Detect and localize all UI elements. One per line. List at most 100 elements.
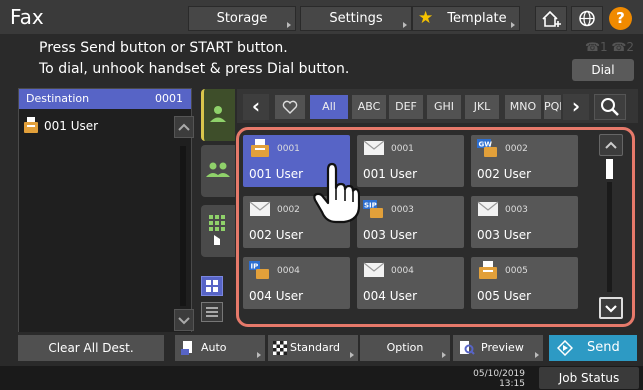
address-card-number: 0002	[277, 205, 300, 215]
job-status-button[interactable]: Job Status	[539, 367, 639, 389]
address-card-name: 002 User	[477, 167, 532, 181]
address-card[interactable]: 0003 003 User	[471, 196, 578, 248]
address-card-number: 0004	[391, 266, 414, 276]
instruction-line-2: To dial, unhook handset & press Dial but…	[39, 61, 350, 77]
address-card-name: 004 User	[363, 289, 418, 303]
heart-icon	[282, 100, 298, 114]
checker-icon	[273, 341, 287, 355]
home-button[interactable]	[535, 6, 567, 31]
address-card-name: 005 User	[477, 289, 532, 303]
start-diamond-icon	[557, 340, 573, 356]
auto-button[interactable]: Auto	[175, 335, 265, 361]
grid-scroll-thumb[interactable]	[606, 159, 613, 179]
group-icon	[206, 162, 230, 177]
address-card-name: 003 User	[363, 228, 418, 242]
address-card-name: 001 User	[363, 167, 418, 181]
home-icon	[542, 10, 561, 27]
tab-favorites[interactable]	[275, 95, 305, 119]
address-card-number: 0003	[505, 205, 528, 215]
address-card-number: 0001	[391, 144, 414, 154]
language-button[interactable]	[571, 6, 603, 31]
tab-index-def[interactable]: DEF	[389, 95, 423, 119]
option-label: Option	[386, 341, 424, 354]
fax-icon	[24, 117, 38, 133]
tab-index-mno[interactable]: MNO	[505, 95, 541, 119]
line-status-icons: ☎1 ☎2	[585, 40, 634, 54]
grid-view-button[interactable]	[201, 276, 223, 296]
search-icon	[601, 98, 619, 116]
tab-index-pqrs[interactable]: PQRS	[544, 95, 561, 119]
email-icon	[363, 139, 385, 157]
keypad-icon	[209, 215, 225, 245]
address-card[interactable]: IP 0004 004 User	[243, 257, 350, 309]
tab-index-abc[interactable]: ABC	[352, 95, 386, 119]
address-card-number: 0001	[277, 144, 300, 154]
grid-scrollbar[interactable]	[607, 182, 612, 292]
globe-icon	[579, 10, 595, 27]
star-icon: ★	[418, 8, 434, 28]
resolution-button[interactable]: Standard	[268, 335, 358, 361]
destination-scroll-down-button[interactable]	[174, 309, 194, 331]
sip-icon: SIP	[363, 200, 385, 218]
chevron-up-icon	[605, 141, 617, 149]
preview-icon	[460, 341, 475, 355]
preview-label: Preview	[481, 341, 524, 354]
tab-index-ghi[interactable]: GHI	[427, 95, 461, 119]
chevron-up-icon	[178, 123, 190, 131]
date-display: 05/10/2019	[473, 369, 525, 379]
destination-header-label: Destination	[26, 92, 90, 105]
tab-individual[interactable]	[201, 89, 235, 141]
app-title: Fax	[10, 5, 44, 29]
settings-label: Settings	[329, 11, 383, 26]
address-card-name: 004 User	[249, 289, 304, 303]
grid-scroll-down-button[interactable]	[599, 297, 623, 319]
storage-label: Storage	[216, 11, 268, 26]
address-card[interactable]: SIP 0003 003 User	[357, 196, 464, 248]
preview-button[interactable]: Preview	[453, 335, 543, 361]
dial-button[interactable]: Dial	[572, 59, 634, 81]
address-card[interactable]: 0005 005 User	[471, 257, 578, 309]
address-card-number: 0002	[505, 144, 528, 154]
grid-view-icon	[206, 280, 218, 292]
address-card-number: 0004	[277, 266, 300, 276]
instruction-line-1: Press Send button or START button.	[39, 40, 288, 56]
ip-icon: IP	[249, 261, 271, 279]
address-card[interactable]: GW 0002 002 User	[471, 135, 578, 187]
settings-button[interactable]: Settings	[300, 6, 412, 31]
address-card-name: 002 User	[249, 228, 304, 242]
template-label: Template	[447, 11, 507, 26]
tab-index-all[interactable]: All	[310, 95, 348, 119]
storage-button[interactable]: Storage	[188, 6, 296, 31]
tab-keypad[interactable]	[201, 205, 235, 257]
fax-icon	[477, 261, 499, 279]
index-next-button[interactable]: ›	[563, 94, 589, 120]
time-display: 13:15	[499, 379, 525, 389]
clear-all-destinations-button[interactable]: Clear All Dest.	[18, 335, 164, 361]
list-view-icon	[206, 307, 218, 317]
destination-header: Destination 0001	[19, 89, 191, 109]
standard-label: Standard	[290, 341, 341, 354]
help-icon[interactable]: ?	[609, 7, 632, 30]
person-icon	[210, 106, 226, 122]
index-prev-button[interactable]: ‹	[243, 94, 269, 120]
address-card[interactable]: 0004 004 User	[357, 257, 464, 309]
chevron-down-icon	[178, 317, 190, 325]
destination-scroll-up-button[interactable]	[174, 116, 194, 138]
destination-scrollbar[interactable]	[180, 146, 186, 306]
email-icon	[249, 200, 271, 218]
grid-scroll-up-button[interactable]	[599, 134, 623, 156]
address-card-number: 0005	[505, 266, 528, 276]
tab-group[interactable]	[201, 145, 235, 197]
gw-icon: GW	[477, 139, 499, 157]
send-button[interactable]: Send	[549, 335, 637, 361]
destination-item[interactable]: 001 User	[44, 119, 98, 133]
hand-pointer-icon	[312, 162, 361, 224]
destination-count: 0001	[155, 92, 183, 105]
address-card[interactable]: 0001 001 User	[357, 135, 464, 187]
auto-label: Auto	[201, 341, 227, 354]
search-button[interactable]	[594, 94, 626, 120]
list-view-button[interactable]	[201, 302, 223, 322]
tab-index-jkl[interactable]: JKL	[465, 95, 499, 119]
option-button[interactable]: Option	[360, 335, 450, 361]
email-icon	[477, 200, 499, 218]
